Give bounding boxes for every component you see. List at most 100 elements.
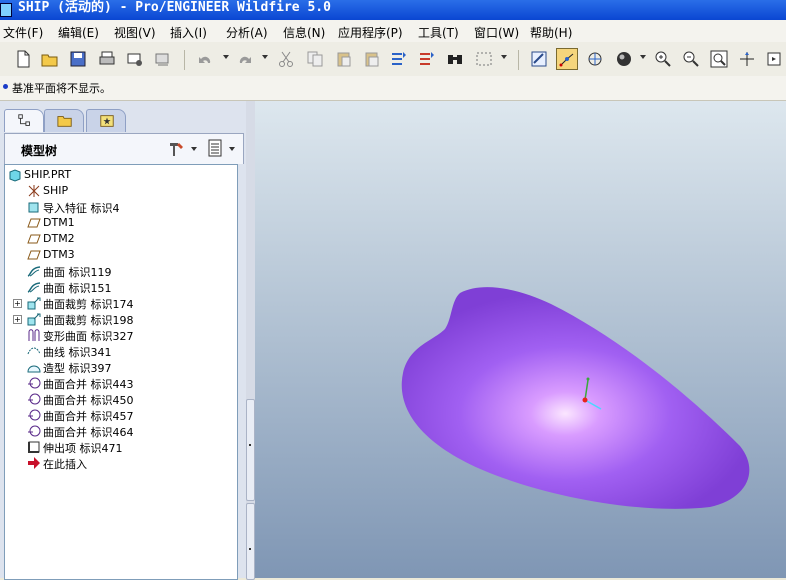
open-icon[interactable] [40, 49, 60, 69]
send-mail-icon[interactable] [125, 49, 145, 69]
menu-bar: 文件(F) 编辑(E) 视图(V) 插入(I) 分析(A) 信息(N) 应用程序… [0, 20, 786, 42]
menu-file[interactable]: 文件(F) [3, 24, 43, 41]
tools-dropdown[interactable] [191, 147, 197, 151]
redo-icon[interactable] [235, 49, 255, 69]
shading-dropdown[interactable] [640, 55, 646, 59]
tree-item-label: DTM1 [43, 216, 75, 229]
tab-folder-browser[interactable] [44, 109, 84, 132]
tree-item-label: 伸出项 标识471 [43, 442, 123, 455]
merge-icon [27, 376, 41, 390]
csys-icon [27, 184, 41, 198]
sash-grip[interactable] [246, 399, 255, 501]
menu-view[interactable]: 视图(V) [114, 24, 156, 41]
tree-item-label: 在此插入 [43, 458, 87, 471]
new-icon[interactable] [13, 49, 33, 69]
curve-icon [27, 344, 41, 358]
tree-item-label: 曲面合并 标识450 [43, 394, 134, 407]
tree-item-label: 曲面合并 标识464 [43, 426, 134, 439]
show-icon[interactable] [206, 139, 224, 157]
datum-plane-icon [27, 248, 41, 262]
undo-dropdown[interactable] [223, 55, 229, 59]
navigator-panel: 模型树 SHIP.PRT SHIP 导入特征 标识4 DTM1 DTM2 DTM… [0, 101, 255, 580]
paste-special-icon[interactable] [362, 49, 382, 69]
sash-grip[interactable] [246, 503, 255, 580]
orient-mode-icon[interactable] [585, 49, 605, 69]
select-dropdown[interactable] [501, 55, 507, 59]
tree-item-label: 曲线 标识341 [43, 346, 112, 359]
menu-info[interactable]: 信息(N) [283, 24, 325, 41]
find-icon[interactable] [445, 49, 465, 69]
shading-icon[interactable] [614, 49, 634, 69]
app-icon [0, 3, 12, 17]
menu-insert[interactable]: 插入(I) [170, 24, 207, 41]
favorites-tab-icon [100, 115, 114, 127]
surface-icon [27, 280, 41, 294]
merge-icon [27, 424, 41, 438]
tab-favorites[interactable] [86, 109, 126, 132]
model-tree-title: 模型树 [21, 144, 58, 158]
model-tree-header: 模型树 [4, 133, 244, 164]
protrusion-icon [27, 440, 41, 454]
menu-analysis[interactable]: 分析(A) [226, 24, 268, 41]
reorient-icon[interactable] [737, 49, 757, 69]
tree-item-label: 造型 标识397 [43, 362, 112, 375]
show-dropdown[interactable] [229, 147, 235, 151]
model-tree-tab-icon [18, 114, 30, 126]
tree-item-label: DTM3 [43, 248, 75, 261]
tree-item-label: 曲面 标识119 [43, 266, 112, 279]
zoom-out-icon[interactable] [681, 49, 701, 69]
trim-icon [27, 312, 41, 326]
cut-icon[interactable] [276, 49, 296, 69]
menu-tools[interactable]: 工具(T) [418, 24, 459, 41]
trim-icon [27, 296, 41, 310]
tree-item-label: 曲面裁剪 标识198 [43, 314, 134, 327]
saved-views-icon[interactable] [765, 49, 785, 69]
tree-item-label: SHIP [43, 184, 69, 197]
regenerate-manager-icon[interactable] [417, 49, 437, 69]
tree-item-label: 导入特征 标识4 [43, 202, 120, 215]
save-icon[interactable] [68, 49, 88, 69]
part-icon [8, 168, 22, 182]
menu-edit[interactable]: 编辑(E) [58, 24, 99, 41]
message-text: 基准平面将不显示。 [12, 82, 111, 95]
tree-item-label: 曲面裁剪 标识174 [43, 298, 134, 311]
title-bar: SHIP (活动的) - Pro/ENGINEER Wildfire 5.0 [0, 0, 786, 20]
undo-icon[interactable] [195, 49, 215, 69]
panel-splitter[interactable] [246, 101, 255, 580]
tools-icon[interactable] [167, 140, 185, 158]
message-bullet-icon [3, 84, 8, 89]
tab-model-tree[interactable] [4, 109, 44, 132]
spin-center-icon[interactable] [556, 48, 578, 70]
tree-item-label: DTM2 [43, 232, 75, 245]
ship-model[interactable] [255, 101, 786, 578]
regenerate-icon[interactable] [389, 49, 409, 69]
email-link-icon[interactable] [153, 49, 173, 69]
redo-dropdown[interactable] [262, 55, 268, 59]
zoom-in-icon[interactable] [653, 49, 673, 69]
copy-icon[interactable] [305, 49, 325, 69]
merge-icon [27, 392, 41, 406]
expand-toggle[interactable]: + [13, 315, 22, 324]
print-icon[interactable] [97, 49, 117, 69]
datum-plane-icon [27, 232, 41, 246]
select-box-icon[interactable] [474, 49, 494, 69]
tree-item-label: 曲面 标识151 [43, 282, 112, 295]
surface-icon [27, 264, 41, 278]
datum-plane-icon [27, 216, 41, 230]
insert-here-icon [27, 456, 41, 470]
sash-grip-dot [249, 548, 251, 550]
merge-icon [27, 408, 41, 422]
menu-window[interactable]: 窗口(W) [474, 24, 519, 41]
expand-toggle[interactable]: + [13, 299, 22, 308]
menu-help[interactable]: 帮助(H) [530, 24, 572, 41]
message-area: 基准平面将不显示。 [0, 76, 786, 101]
refit-icon[interactable] [709, 49, 729, 69]
redraw-icon[interactable] [529, 49, 549, 69]
sash-grip-dot [249, 444, 251, 446]
menu-applications[interactable]: 应用程序(P) [338, 24, 403, 41]
warp-icon [27, 328, 41, 342]
paste-icon[interactable] [334, 49, 354, 69]
model-tree: SHIP.PRT SHIP 导入特征 标识4 DTM1 DTM2 DTM3 曲面… [4, 164, 238, 580]
graphics-window[interactable] [255, 101, 786, 578]
tree-item-label: 变形曲面 标识327 [43, 330, 134, 343]
